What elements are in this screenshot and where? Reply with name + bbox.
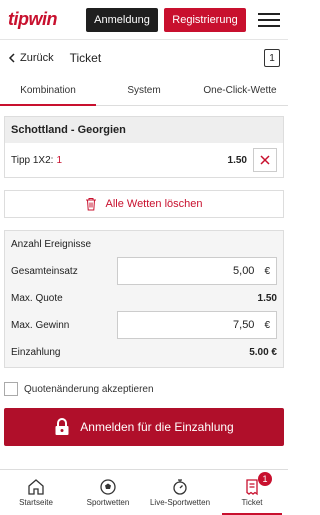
register-button[interactable]: Registrierung (164, 7, 246, 32)
menu-icon[interactable] (258, 11, 280, 29)
tipp-value: 1 (56, 154, 62, 166)
bet-selection-row: Tipp 1X2: 1 1.50 (5, 143, 283, 177)
tipwin-logo[interactable]: tipwin (8, 9, 58, 30)
back-label: Zurück (20, 52, 54, 64)
stopwatch-icon (173, 479, 187, 495)
trash-icon (86, 198, 97, 211)
max-quote-row: Max. Quote 1.50 (11, 289, 277, 307)
nav-ticket-label: Ticket (241, 498, 263, 507)
stake-summary: Anzahl Ereignisse Gesamteinsatz 5,00 € M… (4, 230, 284, 368)
total-stake-value: 5,00 (233, 265, 255, 277)
max-win-value: 7,50 (233, 319, 255, 331)
payin-row: Einzahlung 5.00 € (11, 343, 277, 361)
ticket-count-badge-nav: 1 (258, 472, 272, 486)
delete-all-bets-button[interactable]: Alle Wetten löschen (4, 190, 284, 218)
accept-odds-change-row: Quotenänderung akzeptieren (4, 382, 284, 396)
total-stake-row: Gesamteinsatz 5,00 € (11, 253, 277, 289)
payin-label: Einzahlung (11, 346, 61, 358)
bet-type-tabs: Kombination System One-Click-Wette (0, 76, 288, 106)
tab-system[interactable]: System (96, 76, 192, 105)
max-quote-value: 1.50 (257, 292, 277, 304)
nav-sports-label: Sportwetten (86, 498, 130, 507)
chevron-left-icon (8, 53, 15, 63)
nav-sports[interactable]: Sportwetten (72, 470, 144, 515)
home-icon (28, 479, 44, 495)
top-bar: tipwin Anmeldung Registrierung (0, 0, 288, 40)
payin-value: 5.00 € (249, 346, 277, 358)
max-win-label: Max. Gewinn (11, 319, 70, 331)
login-button[interactable]: Anmeldung (86, 7, 158, 32)
back-button[interactable]: Zurück (8, 52, 54, 64)
remove-bet-button[interactable] (253, 148, 277, 172)
tipp-label: Tipp 1X2: (11, 154, 54, 166)
bet-card: Schottland - Georgien Tipp 1X2: 1 1.50 (4, 116, 284, 178)
nav-live[interactable]: Live-Sportwetten (144, 470, 216, 515)
nav-ticket[interactable]: Ticket 1 (216, 470, 288, 515)
nav-home-label: Startseite (19, 498, 53, 507)
tab-kombination[interactable]: Kombination (0, 76, 96, 106)
match-title: Schottland - Georgien (5, 117, 283, 143)
total-stake-input[interactable]: 5,00 € (117, 257, 277, 285)
bet-odds: 1.50 (227, 154, 247, 166)
total-stake-label: Gesamteinsatz (11, 265, 78, 277)
currency-symbol: € (264, 319, 270, 331)
nav-live-label: Live-Sportwetten (149, 498, 211, 507)
tab-one-click[interactable]: One-Click-Wette (192, 76, 288, 105)
cta-label: Anmelden für die Einzahlung (80, 420, 234, 434)
max-win-input[interactable]: 7,50 € (117, 311, 277, 339)
max-quote-label: Max. Quote (11, 292, 63, 304)
soccer-ball-icon (100, 479, 116, 495)
subheader: Zurück Ticket 1 (0, 40, 288, 76)
login-to-deposit-button[interactable]: Anmelden für die Einzahlung (4, 408, 284, 446)
page-title: Ticket (69, 51, 102, 65)
currency-symbol: € (264, 265, 270, 277)
lock-icon (55, 418, 69, 435)
bottom-nav: Startseite Sportwetten Live-Sportwetten … (0, 469, 288, 515)
close-icon (260, 155, 270, 165)
events-count-row: Anzahl Ereignisse (11, 235, 277, 253)
accept-odds-checkbox[interactable] (4, 382, 18, 396)
ticket-count-badge[interactable]: 1 (264, 49, 280, 67)
accept-odds-label[interactable]: Quotenänderung akzeptieren (24, 384, 154, 395)
max-win-row: Max. Gewinn 7,50 € (11, 307, 277, 343)
delete-all-label: Alle Wetten löschen (105, 198, 203, 210)
nav-home[interactable]: Startseite (0, 470, 72, 515)
events-label: Anzahl Ereignisse (11, 238, 92, 250)
